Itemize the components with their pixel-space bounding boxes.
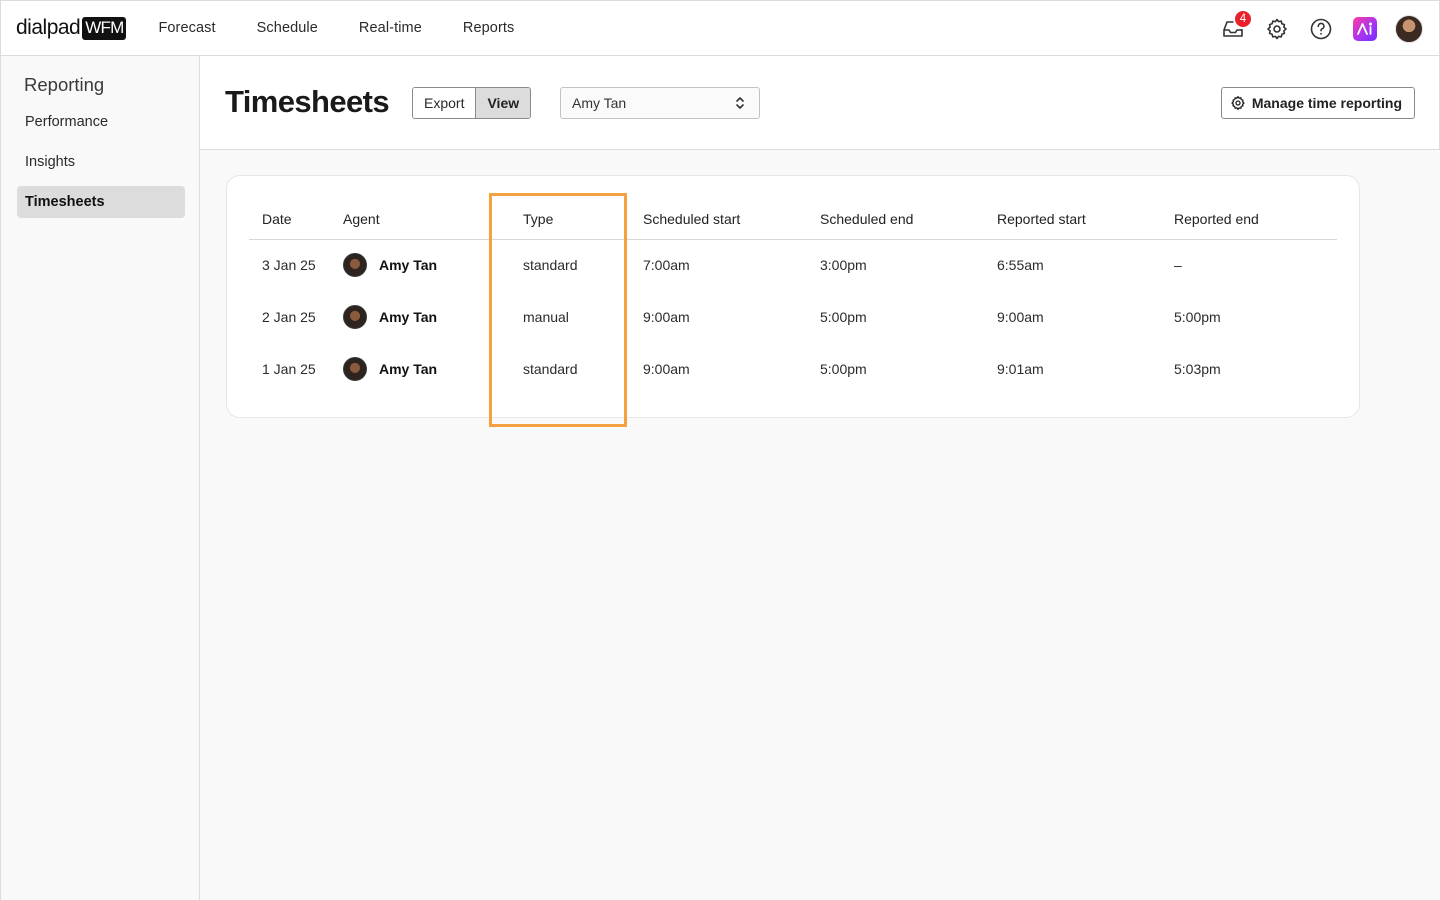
table-header-row: Date Agent Type Scheduled start Schedule…	[249, 200, 1337, 240]
cell-type: standard	[523, 361, 578, 377]
agent-name: Amy Tan	[379, 257, 438, 274]
agent-avatar	[343, 357, 367, 381]
cell-agent: Amy Tan	[330, 343, 510, 395]
agent-avatar	[343, 305, 367, 329]
cell-date: 1 Jan 25	[262, 361, 316, 377]
cell-date: 3 Jan 25	[262, 257, 316, 274]
view-toggle-button[interactable]: View	[475, 88, 531, 118]
logo-word: dialpad	[16, 16, 81, 39]
export-view-toggle: Export View	[412, 87, 532, 119]
sidebar: Reporting Performance Insights Timesheet…	[0, 56, 200, 900]
top-bar: dialpad WFM Forecast Schedule Real-time …	[0, 0, 1440, 56]
table-row[interactable]: 1 Jan 25 Amy Tan standard 9:00am 5:00pm …	[249, 343, 1337, 395]
column-header-reported-end[interactable]: Reported end	[1161, 200, 1337, 240]
settings-button[interactable]	[1261, 12, 1293, 46]
cell-reported-start: 9:00am	[997, 309, 1044, 325]
cell-reported-end: 5:03pm	[1174, 361, 1221, 377]
cell-reported-start: 9:01am	[997, 361, 1044, 377]
column-header-scheduled-start[interactable]: Scheduled start	[630, 200, 807, 240]
agent-name: Amy Tan	[379, 309, 438, 325]
cell-scheduled-end: 5:00pm	[820, 309, 867, 325]
cell-reported-end: 5:00pm	[1174, 309, 1221, 325]
ai-assistant-button[interactable]	[1349, 12, 1381, 46]
column-header-scheduled-end[interactable]: Scheduled end	[807, 200, 984, 240]
gear-icon	[1267, 18, 1287, 40]
gear-icon	[1231, 96, 1245, 110]
timesheets-table: Date Agent Type Scheduled start Schedule…	[249, 200, 1337, 395]
agent-select[interactable]: Amy Tan	[560, 87, 760, 119]
sidebar-title: Reporting	[24, 74, 105, 95]
column-header-reported-start[interactable]: Reported start	[984, 200, 1161, 240]
nav-forecast[interactable]: Forecast	[158, 20, 215, 36]
top-nav: Forecast Schedule Real-time Reports	[158, 20, 555, 36]
table-row[interactable]: 3 Jan 25 Amy Tan standard 7:00am 3:00pm …	[249, 239, 1337, 291]
logo-badge: WFM	[82, 16, 127, 40]
page-title: Timesheets	[225, 84, 390, 119]
cell-reported-end: –	[1174, 257, 1182, 274]
help-icon	[1310, 18, 1332, 40]
column-header-date[interactable]: Date	[249, 200, 330, 240]
dialpad-wfm-logo[interactable]: dialpad WFM	[16, 16, 127, 40]
cell-type: standard	[523, 257, 578, 274]
cell-scheduled-start: 9:00am	[643, 309, 690, 325]
cell-scheduled-start: 9:00am	[643, 361, 690, 377]
export-toggle-button[interactable]: Export	[413, 88, 476, 118]
cell-agent: Amy Tan	[330, 239, 510, 291]
sidebar-item-timesheets[interactable]: Timesheets	[17, 186, 185, 218]
cell-date: 2 Jan 25	[262, 309, 316, 325]
nav-reports[interactable]: Reports	[463, 20, 514, 36]
timesheets-card: Date Agent Type Scheduled start Schedule…	[226, 175, 1360, 418]
agent-avatar	[343, 253, 367, 278]
top-actions: 4	[1205, 9, 1425, 46]
inbox-count-badge: 4	[1233, 9, 1253, 29]
nav-real-time[interactable]: Real-time	[359, 20, 422, 36]
user-menu-button[interactable]	[1393, 12, 1425, 46]
agent-select-value: Amy Tan	[572, 95, 627, 111]
chevron-up-down-icon	[736, 97, 744, 109]
cell-agent: Amy Tan	[330, 291, 510, 343]
ai-icon	[1353, 17, 1377, 41]
agent-name: Amy Tan	[379, 361, 438, 377]
cell-reported-start: 6:55am	[997, 257, 1044, 274]
inbox-button[interactable]: 4	[1217, 9, 1253, 46]
manage-time-reporting-label: Manage time reporting	[1251, 95, 1402, 111]
page-header: Timesheets Export View Amy Tan Manage ti…	[200, 56, 1440, 150]
manage-time-reporting-button[interactable]: Manage time reporting	[1220, 87, 1415, 119]
sidebar-item-insights[interactable]: Insights	[17, 146, 185, 178]
avatar	[1395, 15, 1423, 43]
column-header-agent[interactable]: Agent	[330, 200, 510, 240]
cell-scheduled-end: 3:00pm	[820, 257, 867, 274]
sidebar-item-performance[interactable]: Performance	[17, 106, 185, 138]
cell-scheduled-start: 7:00am	[643, 257, 690, 274]
nav-schedule[interactable]: Schedule	[257, 20, 318, 36]
column-header-type[interactable]: Type	[510, 200, 630, 240]
cell-type: manual	[523, 309, 569, 325]
table-row[interactable]: 2 Jan 25 Amy Tan manual 9:00am 5:00pm 9:…	[249, 291, 1337, 343]
cell-scheduled-end: 5:00pm	[820, 361, 867, 377]
help-button[interactable]	[1305, 12, 1337, 46]
